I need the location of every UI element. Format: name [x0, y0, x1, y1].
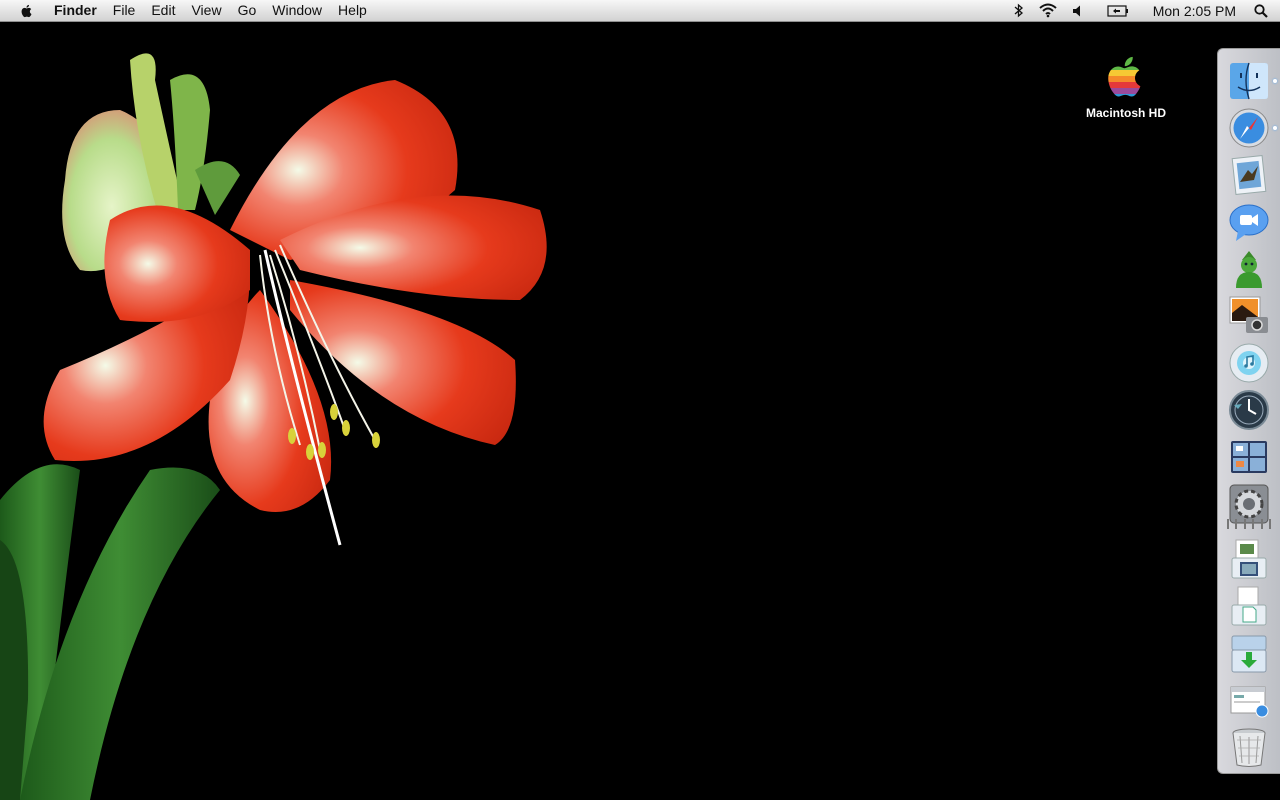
trash-icon[interactable]	[1227, 725, 1271, 769]
menu-finder[interactable]: Finder	[46, 0, 105, 21]
mail-icon[interactable]	[1227, 153, 1271, 197]
menu-help[interactable]: Help	[330, 0, 375, 21]
dock-separator	[1227, 519, 1271, 529]
menu-edit[interactable]: Edit	[143, 0, 183, 21]
battery-icon[interactable]	[1093, 0, 1143, 22]
iphoto-icon[interactable]	[1227, 294, 1271, 338]
address-book-icon[interactable]	[1227, 247, 1271, 291]
ichat-icon[interactable]	[1227, 200, 1271, 244]
hard-drive-icon	[1101, 48, 1151, 104]
safari-icon[interactable]	[1227, 106, 1277, 150]
applications-stack-icon[interactable]	[1227, 537, 1271, 581]
menu-bar: Finder File Edit View Go Window Help Mon…	[0, 0, 1280, 22]
volume-icon[interactable]	[1065, 0, 1093, 22]
wifi-icon[interactable]	[1031, 0, 1065, 22]
documents-stack-icon[interactable]	[1227, 584, 1271, 628]
desktop-icon-macintosh-hd[interactable]: Macintosh HD	[1076, 48, 1176, 120]
apple-menu-icon[interactable]	[18, 2, 36, 20]
desktop-icon-label: Macintosh HD	[1085, 106, 1166, 120]
downloads-stack-icon[interactable]	[1227, 631, 1271, 675]
time-machine-icon[interactable]	[1227, 388, 1271, 432]
menu-file[interactable]: File	[105, 0, 144, 21]
itunes-icon[interactable]	[1227, 341, 1271, 385]
dock	[1217, 48, 1280, 774]
safari-running-indicator	[1273, 126, 1277, 130]
menu-clock[interactable]: Mon 2:05 PM	[1143, 3, 1248, 19]
menu-go[interactable]: Go	[230, 0, 265, 21]
finder-running-indicator	[1273, 79, 1277, 83]
finder-icon[interactable]	[1227, 59, 1277, 103]
spotlight-search-icon[interactable]	[1248, 0, 1280, 22]
bluetooth-icon[interactable]	[1007, 0, 1031, 22]
desktop-wallpaper	[0, 53, 547, 800]
menu-window[interactable]: Window	[264, 0, 330, 21]
menu-view[interactable]: View	[183, 0, 229, 21]
web-location-icon[interactable]	[1227, 678, 1271, 722]
spaces-icon[interactable]	[1227, 435, 1271, 479]
